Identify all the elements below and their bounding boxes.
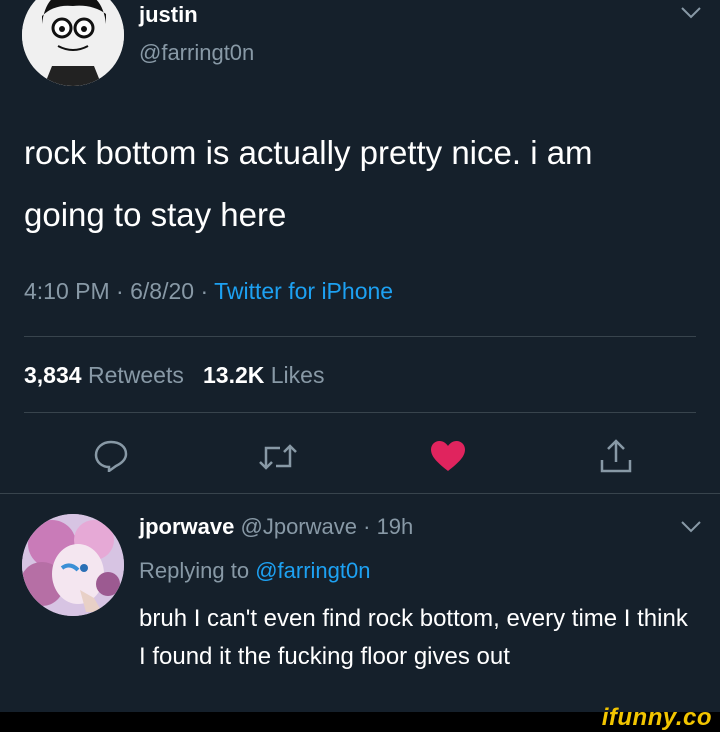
retweets-count[interactable]: 3,834: [24, 362, 82, 388]
tweet-meta: 4:10 PM · 6/8/20 · Twitter for iPhone: [24, 278, 393, 305]
meta-separator: ·: [194, 278, 215, 304]
tweet-date: 6/8/20: [130, 278, 195, 304]
heart-icon[interactable]: [430, 440, 466, 472]
meta-separator: ·: [357, 514, 377, 539]
chevron-down-icon[interactable]: [680, 6, 702, 25]
ifunny-watermark: ifunny.co: [601, 704, 712, 731]
reply-author-name[interactable]: jporwave: [139, 514, 234, 539]
tweet-source-link[interactable]: Twitter for iPhone: [214, 278, 393, 304]
meta-separator: ·: [109, 278, 131, 304]
author-avatar[interactable]: [22, 0, 124, 86]
likes-count[interactable]: 13.2K: [203, 362, 264, 388]
replying-to-label: Replying to: [139, 558, 250, 583]
share-icon[interactable]: [598, 438, 634, 474]
author-name[interactable]: justin: [139, 2, 198, 28]
reply-icon[interactable]: [94, 440, 128, 472]
reply-author-handle[interactable]: @Jporwave: [241, 514, 358, 539]
divider: [24, 412, 696, 413]
reply-header: jporwave @Jporwave · 19h: [139, 514, 413, 540]
reply-time[interactable]: 19h: [377, 514, 414, 539]
retweet-icon[interactable]: [258, 442, 298, 472]
likes-label[interactable]: Likes: [271, 362, 325, 388]
retweets-label[interactable]: Retweets: [88, 362, 184, 388]
tweet-text: rock bottom is actually pretty nice. i a…: [24, 134, 593, 233]
tweet-stats: 3,834 Retweets 13.2K Likes: [24, 362, 324, 389]
tweet-time: 4:10 PM: [24, 278, 110, 304]
replying-to: Replying to @farringt0n: [139, 558, 370, 584]
reply-text: bruh I can't even find rock bottom, ever…: [139, 605, 688, 670]
chevron-down-icon[interactable]: [680, 520, 702, 539]
replying-to-handle[interactable]: @farringt0n: [255, 558, 370, 583]
divider: [24, 336, 696, 337]
divider: [0, 493, 720, 494]
author-handle[interactable]: @farringt0n: [139, 40, 254, 66]
reply-author-avatar[interactable]: [22, 514, 124, 616]
